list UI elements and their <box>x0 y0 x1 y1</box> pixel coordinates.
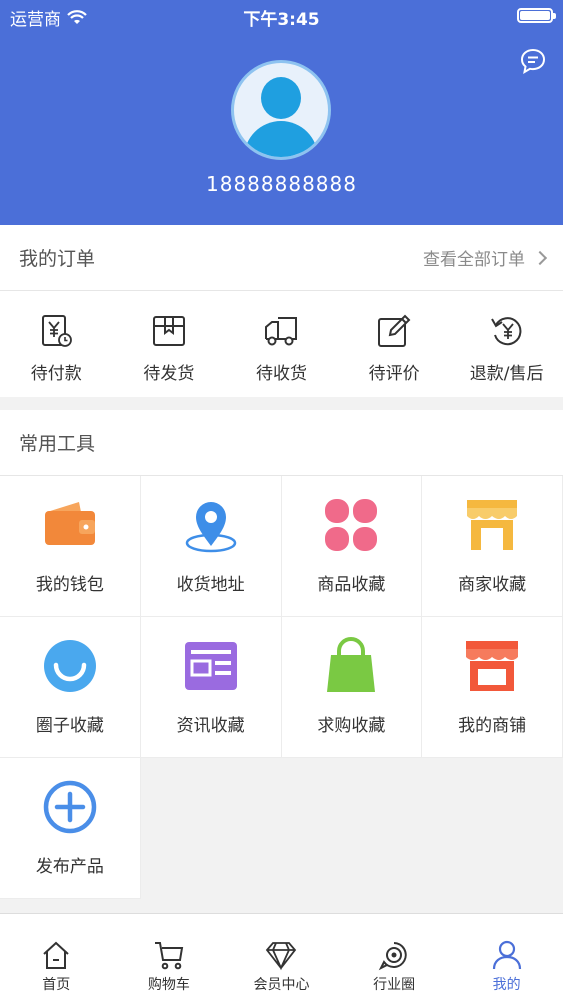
pending-receipt-icon <box>265 317 298 346</box>
message-icon[interactable] <box>518 46 548 76</box>
order-pending-shipment[interactable]: 待发货 <box>113 291 226 396</box>
tools-section: 常用工具 我的钱包 收货地址 商品收藏 商家收藏 圈子收藏 资讯收藏 求购收藏 … <box>0 410 563 900</box>
tool-product-favorites[interactable]: 商品收藏 <box>281 476 423 617</box>
tools-title: 常用工具 <box>19 433 96 455</box>
wallet-icon <box>44 502 95 545</box>
order-pending-payment[interactable]: 待付款 <box>0 291 113 396</box>
tab-member-center[interactable]: 会员中心 <box>225 914 338 1000</box>
smile-circle-icon <box>43 640 96 692</box>
tab-home[interactable]: 首页 <box>0 914 113 1000</box>
battery-icon <box>517 8 556 23</box>
tab-cart[interactable]: 购物车 <box>113 914 226 1000</box>
pending-review-icon <box>378 314 411 347</box>
order-refund[interactable]: 退款/售后 <box>450 291 563 396</box>
tool-my-store[interactable]: 我的商铺 <box>422 617 563 758</box>
cart-icon <box>154 942 184 970</box>
tool-publish-product[interactable]: 发布产品 <box>0 758 141 899</box>
view-all-orders-link[interactable]: 查看全部订单 <box>423 245 548 270</box>
avatar[interactable] <box>231 60 331 160</box>
phone-number: 18888888888 <box>206 172 357 196</box>
tool-wallet[interactable]: 我的钱包 <box>0 476 141 617</box>
tool-merchant-favorites[interactable]: 商家收藏 <box>422 476 563 617</box>
tab-industry-circle[interactable]: 行业圈 <box>338 914 451 1000</box>
tab-bar: 首页 购物车 会员中心 行业圈 我的 <box>0 913 563 1000</box>
diamond-icon <box>266 942 297 971</box>
tab-mine[interactable]: 我的 <box>450 914 563 1000</box>
profile-header: 运营商 下午3:45 18888888888 <box>0 0 563 225</box>
location-icon <box>185 502 236 553</box>
view-all-label: 查看全部订单 <box>423 250 525 270</box>
store-icon <box>466 641 519 691</box>
orders-section: 我的订单 查看全部订单 待付款 待发货 待收货 待评价 退款/售后 <box>0 225 563 397</box>
user-icon <box>492 940 521 970</box>
plus-circle-icon <box>43 780 97 834</box>
bag-icon <box>327 637 376 692</box>
refund-icon <box>490 317 522 346</box>
status-time: 下午3:45 <box>243 10 320 30</box>
tool-purchase-favorites[interactable]: 求购收藏 <box>281 617 423 758</box>
tool-circle-favorites[interactable]: 圈子收藏 <box>0 617 141 758</box>
orders-title: 我的订单 <box>19 248 96 270</box>
pending-payment-icon <box>42 315 73 347</box>
circle-icon <box>378 942 407 971</box>
news-icon <box>184 642 237 690</box>
shop-icon <box>467 500 518 550</box>
home-icon <box>43 941 69 969</box>
order-pending-review[interactable]: 待评价 <box>338 291 451 396</box>
order-pending-receipt[interactable]: 待收货 <box>225 291 338 396</box>
chevron-right-icon <box>532 250 548 265</box>
pending-shipment-icon <box>152 316 185 346</box>
tool-address[interactable]: 收货地址 <box>140 476 282 617</box>
clover-icon <box>325 499 378 551</box>
status-bar: 运营商 下午3:45 <box>0 0 563 32</box>
tool-news-favorites[interactable]: 资讯收藏 <box>140 617 282 758</box>
